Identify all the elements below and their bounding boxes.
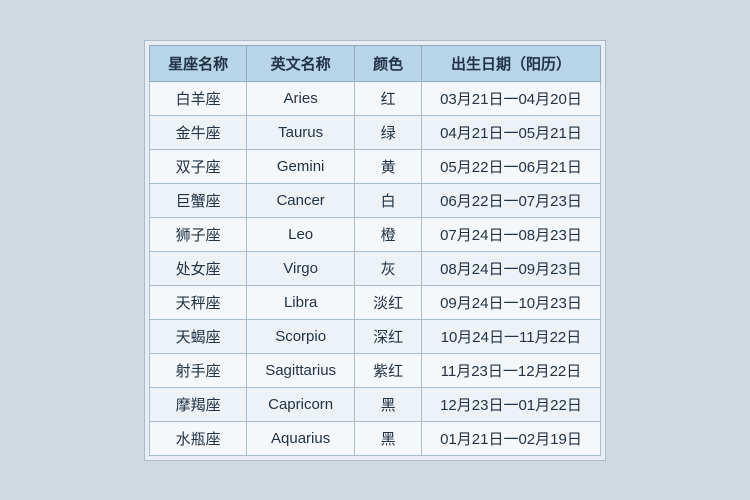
cell-english-name: Scorpio	[247, 319, 355, 353]
cell-english-name: Aquarius	[247, 421, 355, 455]
cell-chinese-name: 摩羯座	[150, 387, 247, 421]
table-row: 双子座Gemini黄05月22日一06月21日	[150, 149, 601, 183]
cell-dates: 10月24日一11月22日	[422, 319, 601, 353]
cell-english-name: Aries	[247, 81, 355, 115]
cell-dates: 03月21日一04月20日	[422, 81, 601, 115]
table-row: 天蝎座Scorpio深红10月24日一11月22日	[150, 319, 601, 353]
cell-color: 淡红	[355, 285, 422, 319]
cell-color: 黑	[355, 421, 422, 455]
cell-color: 深红	[355, 319, 422, 353]
col-header-color: 颜色	[355, 45, 422, 81]
cell-color: 黑	[355, 387, 422, 421]
cell-chinese-name: 巨蟹座	[150, 183, 247, 217]
cell-color: 绿	[355, 115, 422, 149]
cell-chinese-name: 狮子座	[150, 217, 247, 251]
cell-dates: 01月21日一02月19日	[422, 421, 601, 455]
table-row: 金牛座Taurus绿04月21日一05月21日	[150, 115, 601, 149]
cell-color: 橙	[355, 217, 422, 251]
table-header-row: 星座名称 英文名称 颜色 出生日期（阳历）	[150, 45, 601, 81]
cell-color: 红	[355, 81, 422, 115]
zodiac-table-wrapper: 星座名称 英文名称 颜色 出生日期（阳历） 白羊座Aries红03月21日一04…	[144, 40, 606, 461]
cell-english-name: Taurus	[247, 115, 355, 149]
cell-chinese-name: 双子座	[150, 149, 247, 183]
col-header-chinese: 星座名称	[150, 45, 247, 81]
cell-chinese-name: 射手座	[150, 353, 247, 387]
cell-chinese-name: 天秤座	[150, 285, 247, 319]
cell-chinese-name: 处女座	[150, 251, 247, 285]
cell-english-name: Capricorn	[247, 387, 355, 421]
cell-english-name: Leo	[247, 217, 355, 251]
table-row: 射手座Sagittarius紫红11月23日一12月22日	[150, 353, 601, 387]
cell-chinese-name: 金牛座	[150, 115, 247, 149]
table-row: 处女座Virgo灰08月24日一09月23日	[150, 251, 601, 285]
cell-english-name: Sagittarius	[247, 353, 355, 387]
cell-english-name: Libra	[247, 285, 355, 319]
cell-dates: 09月24日一10月23日	[422, 285, 601, 319]
cell-dates: 08月24日一09月23日	[422, 251, 601, 285]
cell-chinese-name: 白羊座	[150, 81, 247, 115]
cell-color: 黄	[355, 149, 422, 183]
cell-color: 灰	[355, 251, 422, 285]
zodiac-table: 星座名称 英文名称 颜色 出生日期（阳历） 白羊座Aries红03月21日一04…	[149, 45, 601, 456]
cell-dates: 06月22日一07月23日	[422, 183, 601, 217]
cell-color: 白	[355, 183, 422, 217]
cell-color: 紫红	[355, 353, 422, 387]
table-row: 狮子座Leo橙07月24日一08月23日	[150, 217, 601, 251]
cell-dates: 07月24日一08月23日	[422, 217, 601, 251]
col-header-dates: 出生日期（阳历）	[422, 45, 601, 81]
cell-dates: 11月23日一12月22日	[422, 353, 601, 387]
col-header-english: 英文名称	[247, 45, 355, 81]
cell-english-name: Virgo	[247, 251, 355, 285]
table-body: 白羊座Aries红03月21日一04月20日金牛座Taurus绿04月21日一0…	[150, 81, 601, 455]
cell-dates: 05月22日一06月21日	[422, 149, 601, 183]
table-row: 摩羯座Capricorn黑12月23日一01月22日	[150, 387, 601, 421]
cell-english-name: Cancer	[247, 183, 355, 217]
cell-dates: 04月21日一05月21日	[422, 115, 601, 149]
cell-dates: 12月23日一01月22日	[422, 387, 601, 421]
cell-chinese-name: 水瓶座	[150, 421, 247, 455]
cell-english-name: Gemini	[247, 149, 355, 183]
cell-chinese-name: 天蝎座	[150, 319, 247, 353]
table-row: 巨蟹座Cancer白06月22日一07月23日	[150, 183, 601, 217]
table-row: 水瓶座Aquarius黑01月21日一02月19日	[150, 421, 601, 455]
table-row: 白羊座Aries红03月21日一04月20日	[150, 81, 601, 115]
table-row: 天秤座Libra淡红09月24日一10月23日	[150, 285, 601, 319]
